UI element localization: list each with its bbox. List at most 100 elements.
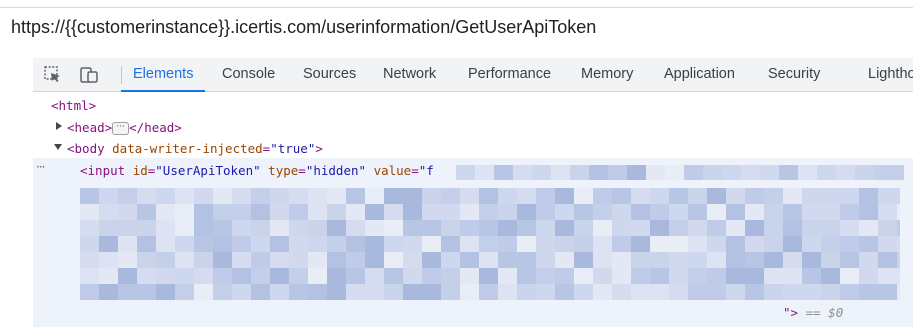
redaction-pixel — [99, 284, 118, 300]
redaction-pixel — [327, 236, 346, 252]
redaction-pixel — [859, 236, 878, 252]
redaction-pixel — [384, 236, 403, 252]
redaction-pixel — [574, 268, 593, 284]
redaction-pixel — [422, 204, 441, 220]
node-actions-menu-icon[interactable]: ··· — [36, 160, 46, 174]
collapse-triangle-icon[interactable] — [54, 144, 62, 150]
redaction-pixel — [327, 204, 346, 220]
dom-node-html[interactable]: <html> — [51, 95, 96, 117]
redaction-pixel — [669, 188, 688, 204]
redaction-pixel — [403, 220, 422, 236]
redaction-pixel — [536, 284, 555, 300]
redaction-pixel — [764, 188, 783, 204]
redaction-pixel — [289, 220, 308, 236]
select-element-icon[interactable] — [43, 65, 63, 85]
redaction-pixel — [726, 284, 745, 300]
redaction-pixel — [593, 204, 612, 220]
redaction-pixel — [650, 236, 669, 252]
redaction-pixel — [513, 165, 532, 180]
redaction-pixel — [574, 284, 593, 300]
redaction-pixel — [346, 204, 365, 220]
device-toolbar-icon[interactable] — [79, 65, 99, 85]
redaction-pixel — [422, 220, 441, 236]
redaction-pixel — [840, 252, 859, 268]
redaction-pixel — [517, 220, 536, 236]
redaction-pixel — [460, 236, 479, 252]
redaction-pixel — [289, 284, 308, 300]
redaction-pixel — [327, 268, 346, 284]
redaction-pixel — [479, 188, 498, 204]
tab-lighthouse[interactable]: Lighthouse — [868, 58, 913, 91]
input-type-attr: type — [268, 163, 299, 178]
redaction-pixel — [574, 188, 593, 204]
redaction-pixel — [137, 268, 156, 284]
tab-security[interactable]: Security — [768, 58, 820, 91]
redaction-pixel — [897, 220, 900, 236]
body-open-tag: <body — [67, 141, 113, 156]
redaction-pixel — [840, 188, 859, 204]
redaction-pixel — [137, 220, 156, 236]
redaction-pixel — [346, 284, 365, 300]
redaction-pixel — [175, 188, 194, 204]
redaction-pixel — [365, 204, 384, 220]
redaction-pixel — [631, 220, 650, 236]
redaction-pixel — [137, 236, 156, 252]
redaction-pixel — [365, 188, 384, 204]
redaction-pixel — [669, 236, 688, 252]
redaction-pixel — [403, 284, 422, 300]
tab-elements[interactable]: Elements — [120, 58, 207, 92]
redaction-pixel — [441, 268, 460, 284]
redaction-pixel — [650, 220, 669, 236]
body-attr-name: data-writer-injected — [112, 141, 263, 156]
tab-performance[interactable]: Performance — [468, 58, 551, 91]
redaction-pixel — [574, 236, 593, 252]
tab-application[interactable]: Application — [664, 58, 735, 91]
dom-node-input[interactable]: <input id="UserApiToken" type="hidden" v… — [80, 160, 434, 182]
redaction-pixel — [555, 188, 574, 204]
redaction-pixel — [441, 236, 460, 252]
redaction-pixel — [251, 188, 270, 204]
elements-dom-tree: <html> <head> ··· </head> <body data-write… — [33, 92, 913, 327]
redaction-pixel — [99, 252, 118, 268]
redaction-pixel — [897, 252, 900, 268]
redaction-pixel — [574, 204, 593, 220]
redaction-pixel — [346, 220, 365, 236]
redaction-pixel — [80, 204, 99, 220]
collapsed-ellipsis-icon[interactable]: ··· — [112, 122, 130, 135]
redaction-pixel — [703, 165, 722, 180]
redaction-pixel — [384, 268, 403, 284]
redaction-pixel — [327, 188, 346, 204]
body-close-bracket: > — [315, 141, 323, 156]
redaction-pixel — [441, 284, 460, 300]
redaction-pixel — [650, 252, 669, 268]
redaction-pixel — [270, 204, 289, 220]
redaction-pixel — [802, 268, 821, 284]
redaction-pixel — [232, 284, 251, 300]
redaction-pixel — [308, 284, 327, 300]
redaction-pixel — [593, 268, 612, 284]
tab-sources[interactable]: Sources — [303, 58, 356, 91]
redaction-pixel — [669, 284, 688, 300]
tab-memory[interactable]: Memory — [581, 58, 633, 91]
redaction-pixel — [365, 236, 384, 252]
redaction-pixel — [403, 188, 422, 204]
redaction-pixel — [821, 284, 840, 300]
redaction-pixel — [422, 188, 441, 204]
tab-console[interactable]: Console — [222, 58, 275, 91]
address-bar[interactable]: https://{{customerinstance}}.icertis.com… — [0, 0, 913, 59]
redaction-pixel — [802, 204, 821, 220]
dom-node-head[interactable]: <head> ··· </head> — [67, 117, 182, 139]
redaction-pixel — [878, 268, 897, 284]
redaction-pixel — [555, 268, 574, 284]
redaction-pixel — [99, 204, 118, 220]
url-text[interactable]: https://{{customerinstance}}.icertis.com… — [11, 17, 596, 38]
redaction-pixel — [270, 268, 289, 284]
redaction-pixel — [194, 252, 213, 268]
redaction-pixel — [99, 188, 118, 204]
redaction-pixel — [821, 268, 840, 284]
expand-triangle-icon[interactable] — [56, 122, 62, 130]
tab-network[interactable]: Network — [383, 58, 436, 91]
redaction-pixel — [783, 252, 802, 268]
redaction-pixel — [137, 204, 156, 220]
dom-node-body[interactable]: <body data-writer-injected="true"> — [67, 138, 323, 160]
